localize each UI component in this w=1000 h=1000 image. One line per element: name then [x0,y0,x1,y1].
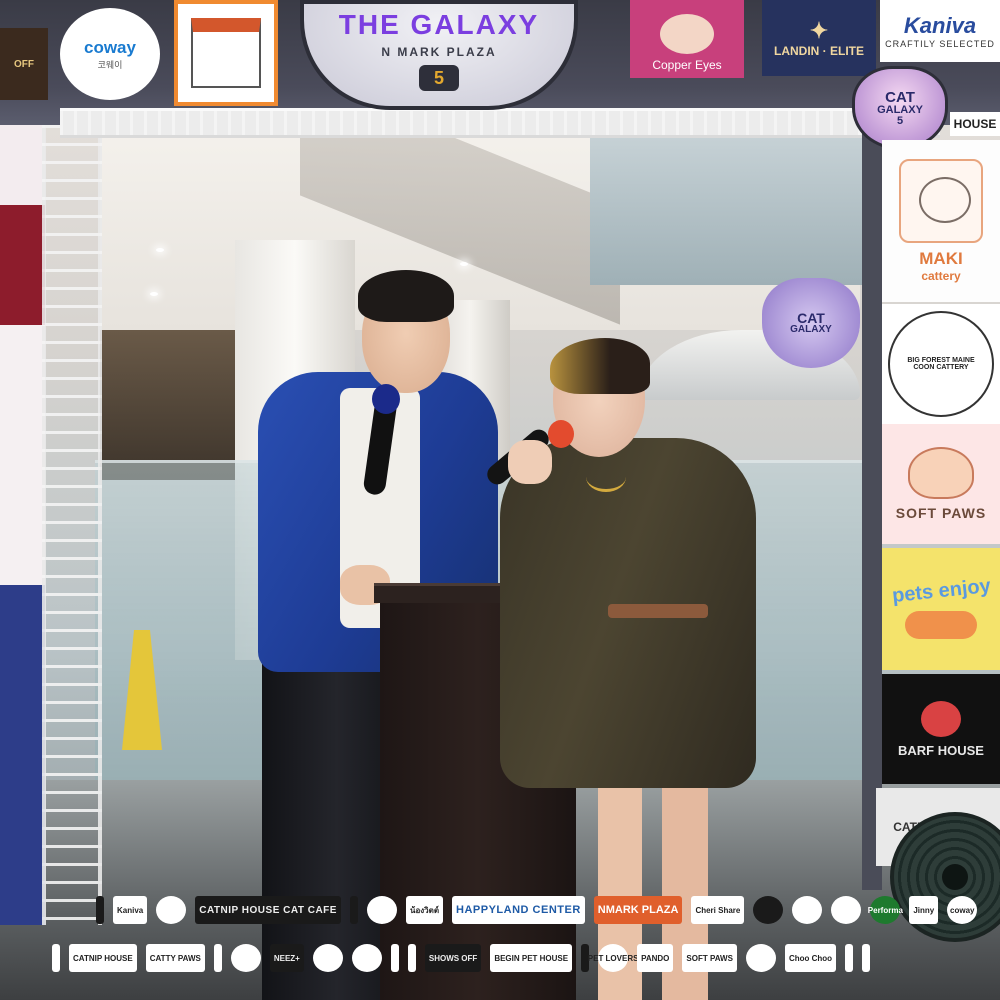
sponsor-logo: CATNIP HOUSE [69,944,137,972]
sponsor-logo: CATTY PAWS [145,944,205,972]
kitten-icon [899,159,983,243]
microphone-head [548,420,574,448]
sponsor-logo: NMARK PLAZA [593,896,683,924]
sponsor-row-bottom: CATNIP HOUSE CATTY PAWS NEEZ+ SHOWS OFF BEGI… [52,944,912,972]
ceiling-light [150,292,158,296]
dog-icon [921,700,961,737]
sponsor-logo [407,944,416,972]
sponsor-logo [862,944,871,972]
barf-house-board: BARF HOUSE [882,674,1000,784]
soft-paws-board: SOFT PAWS [882,424,1000,544]
sponsor-logo: Kaniva [113,896,148,924]
sponsor-logo [366,896,397,924]
woman-belt [608,604,708,618]
sponsor-logo: น้องวิตต์ [405,896,444,924]
sponsor-logo [156,896,187,924]
left-truss [42,125,102,925]
photo-scene: CAT GALAXY OFF coway 코웨이 THE GALAXY N MA… [0,0,1000,1000]
sponsor-logo: HAPPYLAND CENTER [452,896,585,924]
landin-elite-logo: ✦ LANDIN · ELITE [762,0,876,76]
lynx-icon: BIG FOREST MAINE COON CATTERY [888,311,994,417]
upper-floor-balcony [590,125,865,285]
background-cat-galaxy-badge: CAT GALAXY [762,278,860,368]
gold-necklace [586,462,626,492]
sponsor-logo: SHOWS OFF [424,944,482,972]
ceiling-light [156,248,164,252]
sponsor-row-top: Kaniva CATNIP HOUSE CAT CAFE น้องวิตต์ HAPP… [96,896,978,924]
sponsor-logo [213,944,222,972]
sponsor-logo [792,896,823,924]
sponsor-logo [312,944,343,972]
sponsor-logo [753,896,784,924]
sponsor-logo: Cheri Share [691,896,745,924]
kaniva-logo: Kaniva CRAFTILY SELECTED [880,0,1000,62]
fan-hub [942,864,968,890]
microphone-head [372,384,400,414]
sponsor-logo [96,896,104,924]
sponsor-logo: SOFT PAWS [682,944,737,972]
sponsor-logo [390,944,399,972]
sponsor-logo [349,896,358,924]
sponsor-logo: NEEZ+ [269,944,304,972]
woman-hair [550,338,650,394]
ceiling-light [460,262,468,266]
sponsor-logo [831,896,862,924]
sponsor-logo [745,944,776,972]
the-galaxy-badge: THE GALAXY N MARK PLAZA 5 [300,0,578,110]
right-post [862,110,882,890]
shop-house-icon [191,18,261,88]
top-truss [60,108,940,138]
sponsor-logo [845,944,854,972]
sponsor-logo: Performa [868,896,903,924]
left-banner-panel [0,125,45,925]
man-hair [358,270,454,322]
cat-icon [908,447,974,499]
coway-logo: coway 코웨이 [60,8,160,100]
woman-hand [508,440,552,484]
sponsor-logo: Jinny [909,896,939,924]
pets-enjoy-board: pets enjoy [882,548,1000,670]
sponsor-logo: CATNIP HOUSE CAT CAFE [195,896,341,924]
shop-illustration-card [174,0,278,106]
background-shop [100,330,240,480]
cat-face-icon [660,14,714,54]
monkey-icon: ✦ [809,18,829,43]
sponsor-logo: BEGIN PET HOUSE [490,944,573,972]
copper-eyes-logo: Copper Eyes [630,0,744,78]
house-label: HOUSE [950,112,1000,136]
sponsor-logo: Choo Choo [784,944,837,972]
sponsor-logo [52,944,60,972]
sponsor-logo: PET LOVERS [588,944,638,972]
cat-galaxy-badge: CAT GALAXY 5 [852,66,948,150]
maki-cattery-board: MAKI cattery [882,140,1000,302]
left-logo: OFF [0,28,48,100]
sponsor-logo: PANDO [637,944,674,972]
big-forest-board: BIG FOREST MAINE COON CATTERY [882,304,1000,424]
sleeping-cat-icon [905,610,977,639]
sponsor-logo [230,944,261,972]
sponsor-logo [351,944,382,972]
